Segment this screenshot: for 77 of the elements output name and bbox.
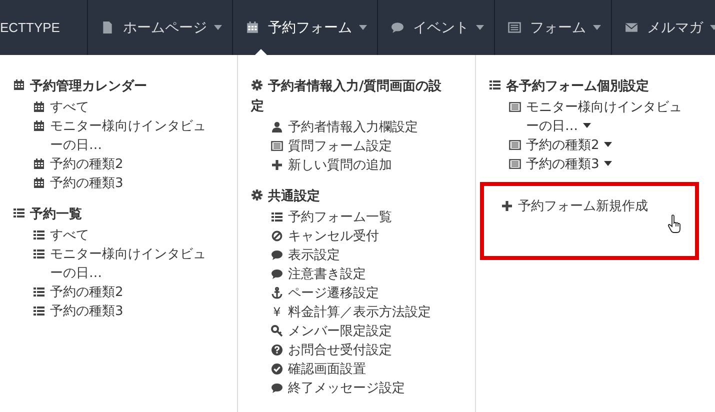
question-icon [271, 344, 283, 356]
plus-icon [271, 159, 283, 171]
anchor-icon [271, 287, 283, 299]
caret-icon [476, 25, 484, 30]
menu-link[interactable]: 予約フォーム一覧 [251, 208, 451, 227]
comment-icon [271, 249, 283, 261]
comment-icon [271, 382, 283, 394]
nav-menu-item[interactable]: イベント [378, 0, 495, 55]
menu-link[interactable]: 表示設定 [251, 246, 451, 265]
calendar-icon [33, 120, 45, 132]
yen-icon: ¥ [271, 303, 283, 322]
caret-icon [214, 25, 222, 30]
menu-link[interactable]: 予約者情報入力欄設定 [251, 118, 451, 137]
menu-link[interactable]: 新しい質問の追加 [251, 156, 451, 175]
menu-link[interactable]: 予約の種類3 [13, 174, 213, 193]
menu-link[interactable]: すべて [13, 226, 213, 245]
nav-menu-item[interactable]: フォーム [495, 0, 612, 55]
gear-icon [251, 79, 263, 91]
menu-link[interactable]: お問合せ受付設定 [251, 341, 451, 360]
calendar-icon [33, 158, 45, 170]
calendar-icon [33, 177, 45, 189]
caret-icon [359, 25, 367, 30]
menu-link[interactable]: すべて [13, 98, 213, 117]
section-heading: 各予約フォーム個別設定 [489, 77, 707, 97]
menu-link[interactable]: モニター様向けインタビューの日… [489, 98, 689, 136]
section-heading: 共通設定 [251, 187, 451, 207]
form-icon [271, 140, 283, 152]
menu-link[interactable]: キャンセル受付 [251, 227, 451, 246]
section-heading: 予約者情報入力/質問画面の設定 [251, 78, 443, 116]
menu-link[interactable]: 確認画面設置 [251, 360, 451, 379]
calendar-icon [13, 79, 25, 91]
envelope-icon [625, 21, 638, 34]
list-icon [33, 305, 45, 317]
gear-icon [251, 189, 263, 201]
key-icon [271, 325, 283, 337]
list-icon [33, 229, 45, 241]
nav-menu-item[interactable]: 予約フォーム [233, 0, 378, 55]
user-icon [271, 121, 283, 133]
menu-link[interactable]: 注意書き設定 [251, 265, 451, 284]
list-icon [489, 79, 501, 91]
comment-icon [271, 268, 283, 280]
brand-logo[interactable]: ECTTYPE [0, 20, 60, 35]
nav-menu-item[interactable]: メルマガ [612, 0, 715, 55]
menu-link[interactable]: 予約の種類2 [489, 136, 689, 155]
section-heading: 予約管理カレンダー [13, 77, 229, 97]
form-icon [509, 101, 521, 113]
plus-icon [501, 200, 513, 212]
menu-link[interactable]: 予約の種類3 [489, 155, 689, 174]
menu-link[interactable]: モニター様向けインタビューの日… [13, 117, 213, 155]
calendar-icon [33, 101, 45, 113]
list-icon [13, 207, 25, 219]
list-icon [271, 211, 283, 223]
pointer-arrow [255, 49, 267, 55]
file-icon [101, 21, 114, 34]
menu-link[interactable]: モニター様向けインタビューの日… [13, 245, 213, 283]
form-icon [509, 158, 521, 170]
caret-icon [593, 25, 601, 30]
menu-link[interactable]: 予約フォーム新規作成 [484, 197, 681, 216]
section-heading: 予約一覧 [13, 205, 229, 225]
ban-icon [271, 230, 283, 242]
check-circle-icon [271, 363, 283, 375]
menu-link[interactable]: メンバー限定設定 [251, 322, 451, 341]
form-icon [509, 139, 521, 151]
menu-link[interactable]: 質問フォーム設定 [251, 137, 451, 156]
menu-link[interactable]: 予約の種類2 [13, 155, 213, 174]
nav-menu-item[interactable]: ホームページ [88, 0, 233, 55]
comment-icon [391, 21, 404, 34]
list-icon [33, 248, 45, 260]
hand-pointer-icon [667, 214, 683, 234]
calendar-icon [246, 21, 259, 34]
menu-link[interactable]: ページ遷移設定 [251, 284, 451, 303]
form-icon [508, 21, 521, 34]
menu-link[interactable]: 予約の種類2 [13, 283, 213, 302]
menu-link[interactable]: 予約の種類3 [13, 302, 213, 321]
menu-link[interactable]: ¥ 料金計算／表示方法設定 [251, 303, 451, 322]
list-icon [33, 286, 45, 298]
menu-link[interactable]: 終了メッセージ設定 [251, 379, 451, 398]
